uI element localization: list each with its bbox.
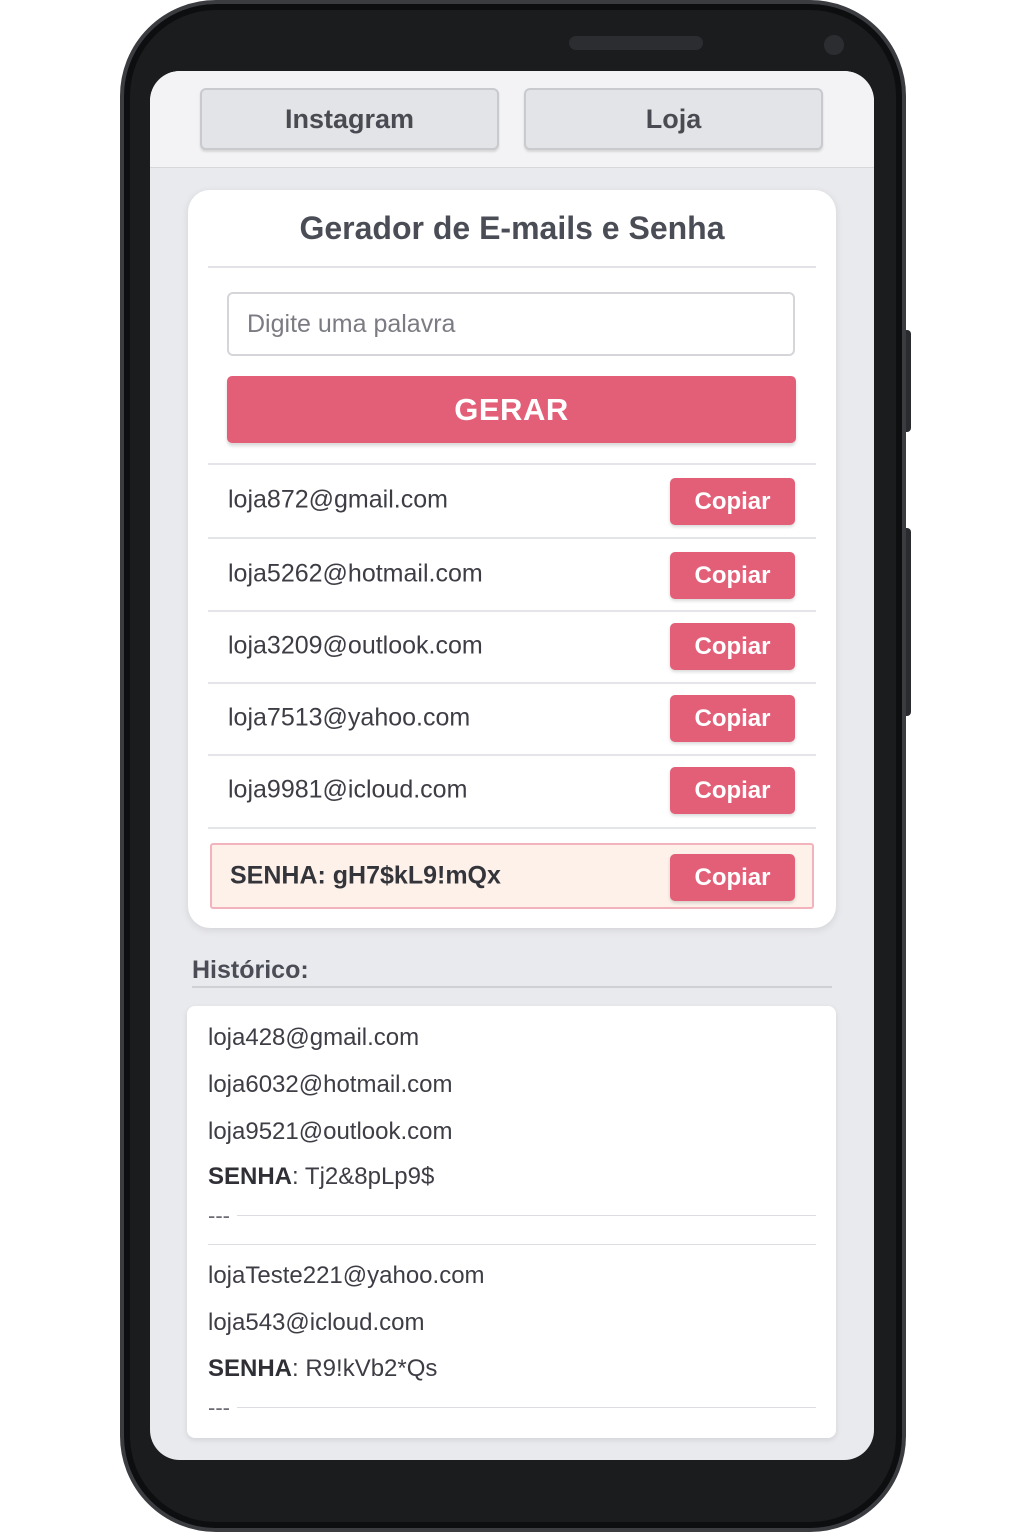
history-separator: --- [208,1203,230,1228]
copy-email-button[interactable]: Copiar [670,767,795,814]
history-email: lojaTeste221@yahoo.com [208,1262,485,1289]
divider [208,1244,816,1245]
divider [208,827,816,829]
generate-button[interactable]: GERAR [227,376,796,443]
email-address: loja3209@outlook.com [228,631,483,660]
history-email: loja428@gmail.com [208,1024,420,1051]
email-row: loja7513@yahoo.com Copiar [208,682,816,754]
email-row: loja872@gmail.com Copiar [208,464,816,536]
divider [192,986,832,988]
divider [237,1215,816,1216]
generator-card: Gerador de E-mails e Senha GERAR loja872… [188,190,836,928]
history-password: SENHA: R9!kVb2*Qs [208,1355,437,1383]
history-email: loja9521@outlook.com [208,1118,453,1145]
copy-password-button[interactable]: Copiar [670,854,795,901]
divider [237,1407,816,1408]
password-text: SENHA: gH7$kL9!mQx [230,861,501,890]
email-address: loja5262@hotmail.com [228,559,483,588]
top-nav: Instagram Loja [150,71,874,168]
divider [208,266,816,268]
history-title: Histórico: [192,956,309,984]
history-password-label: SENHA [208,1163,293,1190]
email-address: loja7513@yahoo.com [228,703,471,732]
history-password-value: : Tj2&8pLp9$ [292,1163,435,1190]
email-address: loja872@gmail.com [228,485,448,514]
email-row: loja9981@icloud.com Copiar [208,754,816,826]
copy-email-button[interactable]: Copiar [670,623,795,670]
history-separator: --- [208,1395,230,1420]
app-screen: Instagram Loja Gerador de E-mails e Senh… [150,71,874,1460]
copy-email-button[interactable]: Copiar [670,552,795,599]
page-title: Gerador de E-mails e Senha [299,210,725,246]
copy-email-button[interactable]: Copiar [670,478,795,525]
history-password-value: : R9!kVb2*Qs [292,1355,438,1382]
word-input[interactable] [227,292,795,356]
email-address: loja9981@icloud.com [228,775,468,804]
history-email: loja543@icloud.com [208,1309,425,1336]
history-password-label: SENHA [208,1355,293,1382]
email-row: loja5262@hotmail.com Copiar [208,538,816,610]
copy-email-button[interactable]: Copiar [670,695,795,742]
email-row: loja3209@outlook.com Copiar [208,610,816,682]
tab-loja[interactable]: Loja [524,88,823,150]
password-row: SENHA: gH7$kL9!mQx Copiar [210,843,814,909]
history-password: SENHA: Tj2&8pLp9$ [208,1163,434,1191]
speaker-grille [569,36,703,50]
tab-instagram[interactable]: Instagram [200,88,499,150]
front-camera-icon [824,35,844,55]
history-email: loja6032@hotmail.com [208,1071,453,1098]
history-list: loja428@gmail.com loja6032@hotmail.com l… [187,1006,836,1438]
